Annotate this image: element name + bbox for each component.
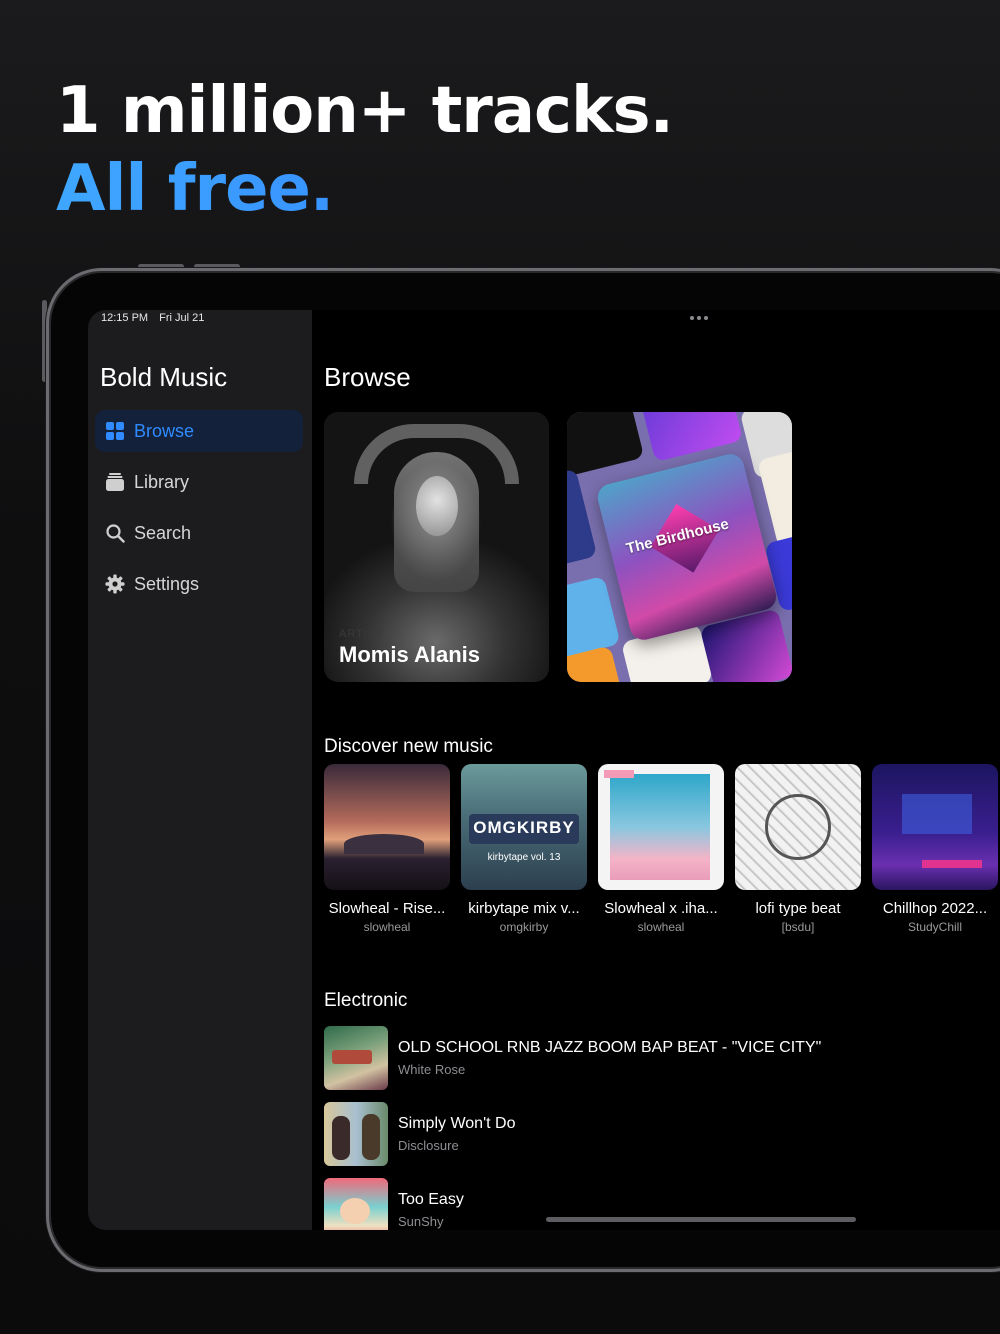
electronic-track-list: OLD SCHOOL RNB JAZZ BOOM BAP BEAT - "VIC… — [324, 1026, 984, 1230]
track-title: Simply Won't Do — [398, 1115, 516, 1132]
more-dots-icon[interactable] — [690, 316, 708, 320]
album-art — [324, 764, 450, 890]
track-thumbnail — [324, 1102, 388, 1166]
page-title: Browse — [324, 362, 411, 392]
library-stack-icon — [105, 472, 125, 492]
sidebar: 12:15 PM Fri Jul 21 Bold Music Browse Li… — [88, 310, 312, 1230]
sidebar-item-browse[interactable]: Browse — [95, 410, 303, 452]
sidebar-nav: Browse Library Search Settings — [95, 410, 303, 614]
album-card[interactable]: Slowheal x .iha... slowheal — [598, 764, 724, 934]
headline-line-2: All free. — [56, 150, 673, 228]
album-art — [598, 764, 724, 890]
artist-kicker: ARTIST — [339, 628, 384, 640]
track-thumbnail — [324, 1026, 388, 1090]
album-artist: StudyChill — [907, 920, 963, 934]
album-artist: [bsdu] — [781, 920, 815, 934]
status-date: Fri Jul 21 — [159, 312, 205, 324]
track-thumbnail — [324, 1178, 388, 1230]
discover-album-row: Slowheal - Rise... slowheal OMGKIRBY kir… — [324, 764, 998, 934]
list-item[interactable]: Too Easy SunShy — [324, 1178, 984, 1230]
album-artist: slowheal — [363, 920, 411, 934]
album-artist: slowheal — [637, 920, 685, 934]
track-artist: Disclosure — [398, 1138, 459, 1153]
album-title: Slowheal - Rise... — [328, 900, 446, 917]
featured-artist-card[interactable]: ARTIST Momis Alanis — [324, 412, 549, 682]
sidebar-item-label: Browse — [134, 420, 195, 441]
album-art — [872, 764, 998, 890]
sidebar-item-settings[interactable]: Settings — [95, 563, 303, 605]
discover-section-title: Discover new music — [324, 736, 493, 757]
promo-headline: 1 million+ tracks. All free. — [56, 72, 674, 228]
track-artist: White Rose — [398, 1062, 466, 1077]
home-indicator[interactable] — [546, 1217, 856, 1222]
album-card[interactable]: Slowheal - Rise... slowheal — [324, 764, 450, 934]
app-title: Bold Music — [100, 362, 228, 392]
sidebar-item-library[interactable]: Library — [95, 461, 303, 503]
album-card[interactable]: Chillhop 2022... StudyChill — [872, 764, 998, 934]
album-card[interactable]: OMGKIRBY kirbytape vol. 13 kirbytape mix… — [461, 764, 587, 934]
sidebar-item-label: Settings — [134, 573, 200, 594]
search-icon — [105, 523, 125, 543]
album-art — [735, 764, 861, 890]
status-time: 12:15 PM — [101, 312, 149, 324]
main-content: Browse ARTIST Momis Alanis The Birdhouse… — [312, 310, 1000, 1230]
album-card[interactable]: lofi type beat [bsdu] — [735, 764, 861, 934]
status-bar: 12:15 PM Fri Jul 21 — [101, 312, 212, 324]
album-artist: omgkirby — [499, 920, 549, 934]
grid-icon — [105, 421, 125, 441]
sidebar-item-search[interactable]: Search — [95, 512, 303, 554]
album-title: lofi type beat — [755, 900, 841, 917]
list-item[interactable]: OLD SCHOOL RNB JAZZ BOOM BAP BEAT - "VIC… — [324, 1026, 984, 1090]
headline-line-1: 1 million+ tracks. — [56, 74, 674, 148]
artist-name: Momis Alanis — [339, 642, 480, 667]
gear-icon — [105, 574, 125, 594]
tablet-screen: 12:15 PM Fri Jul 21 Bold Music Browse Li… — [88, 310, 1000, 1230]
album-title: Chillhop 2022... — [882, 900, 988, 917]
album-art: OMGKIRBY kirbytape vol. 13 — [461, 764, 587, 890]
track-artist: SunShy — [398, 1214, 444, 1229]
list-item[interactable]: Simply Won't Do Disclosure — [324, 1102, 984, 1166]
sidebar-item-label: Search — [134, 522, 192, 543]
sidebar-item-label: Library — [134, 471, 190, 492]
album-title: kirbytape mix v... — [468, 900, 580, 917]
track-title: Too Easy — [398, 1191, 464, 1208]
track-title: OLD SCHOOL RNB JAZZ BOOM BAP BEAT - "VIC… — [398, 1039, 822, 1056]
featured-collage-card[interactable]: The Birdhouse — [567, 412, 792, 682]
electronic-section-title: Electronic — [324, 990, 408, 1011]
album-title: Slowheal x .iha... — [604, 900, 718, 917]
